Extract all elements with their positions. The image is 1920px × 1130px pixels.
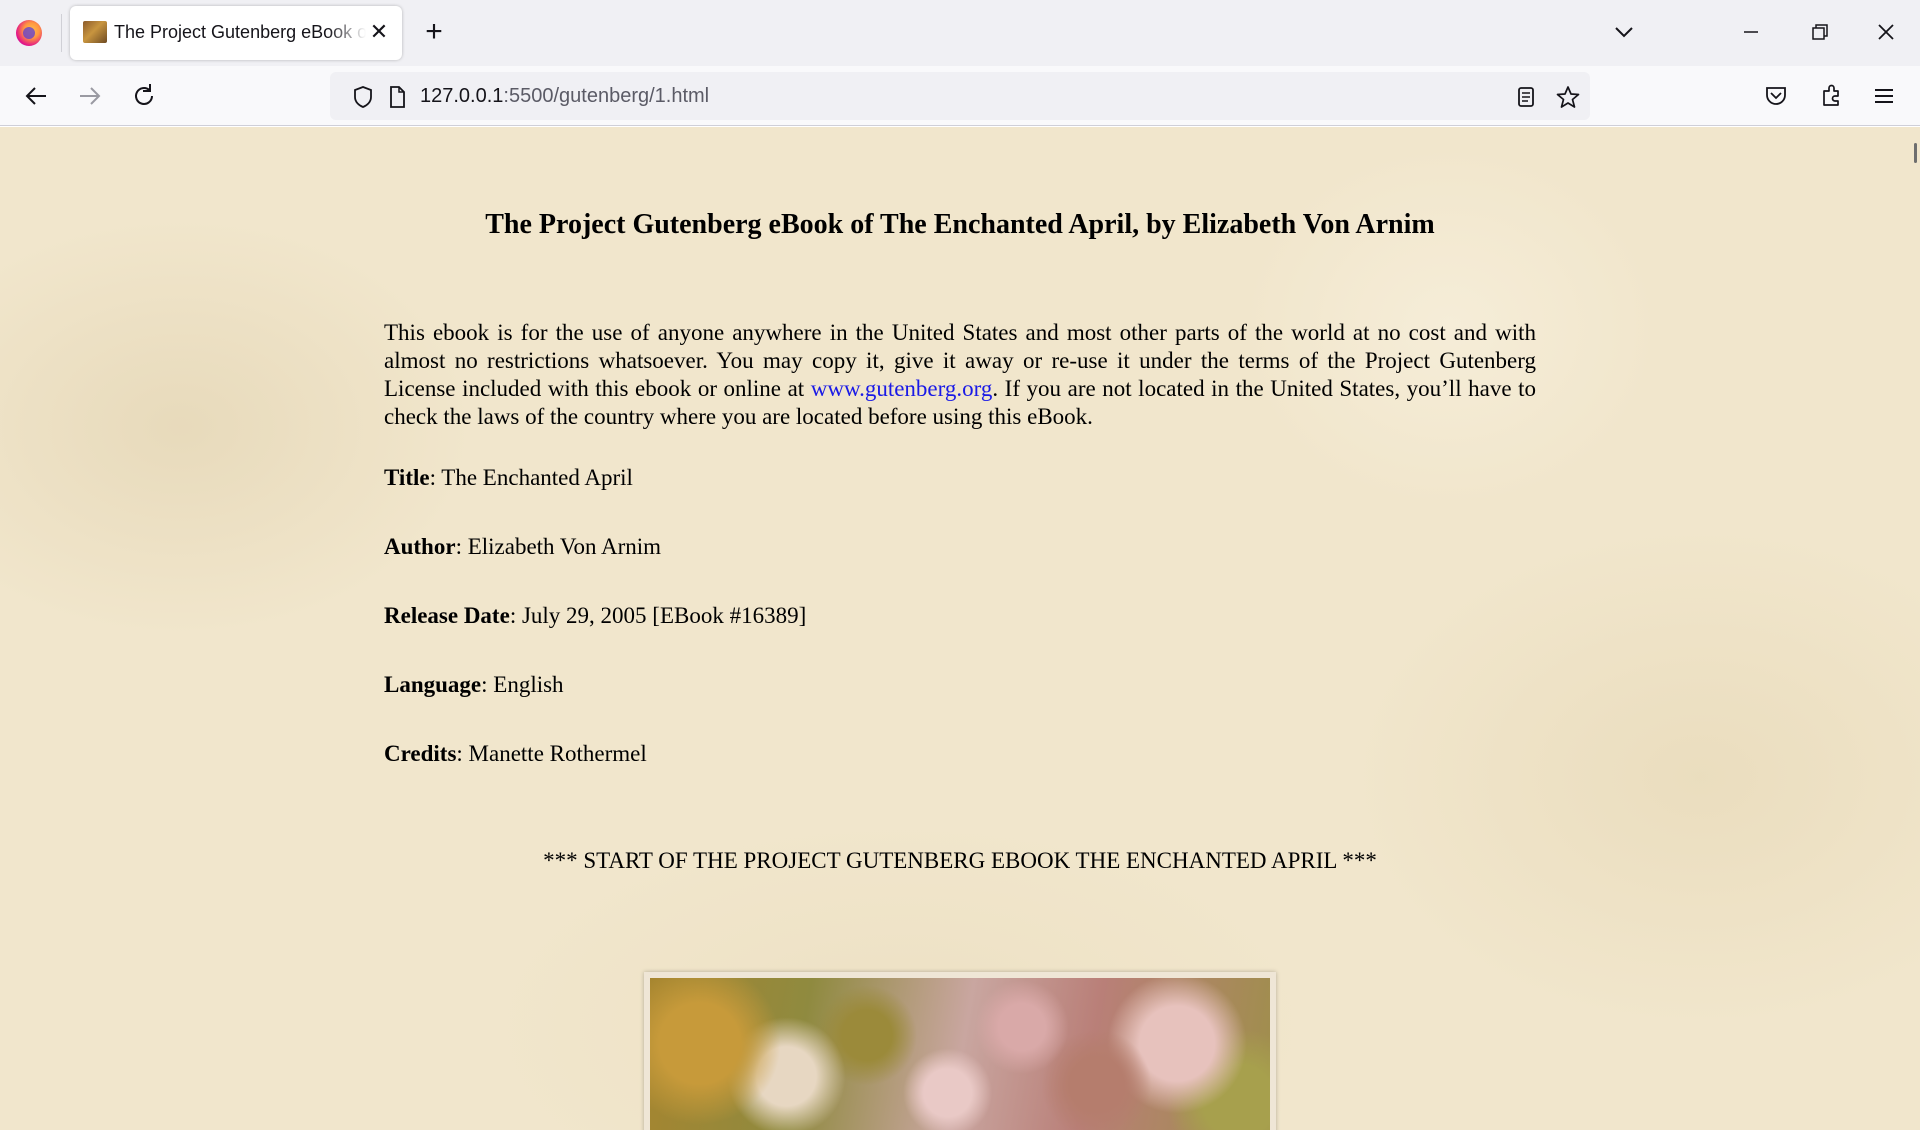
meta-value: : English [481, 672, 564, 697]
pocket-icon[interactable] [1760, 80, 1792, 112]
tab-bar: The Project Gutenberg eBook of The Encha… [0, 0, 1920, 66]
meta-title: Title: The Enchanted April [384, 464, 1536, 492]
page-title: The Project Gutenberg eBook of The Encha… [485, 209, 1435, 240]
plus-icon[interactable]: + [418, 17, 450, 49]
chevron-down-icon[interactable] [1608, 16, 1640, 48]
meta-label: Language [384, 672, 482, 697]
meta-value: : The Enchanted April [429, 465, 633, 490]
meta-label: Release Date [384, 603, 510, 628]
meta-value: : Manette Rothermel [456, 741, 647, 766]
meta-credits: Credits: Manette Rothermel [384, 740, 1536, 768]
shield-icon[interactable] [350, 84, 376, 110]
extensions-icon[interactable] [1815, 80, 1847, 112]
meta-value: : Elizabeth Von Arnim [455, 534, 662, 559]
reload-icon[interactable] [128, 80, 160, 112]
tab-title: The Project Gutenberg eBook of The Encha… [114, 22, 366, 42]
meta-release-date: Release Date: July 29, 2005 [EBook #1638… [384, 602, 1536, 630]
cover-image [644, 972, 1276, 1130]
star-icon[interactable] [1555, 84, 1581, 110]
url-text[interactable]: 127.0.0.1:5500/gutenberg/1.html [420, 85, 709, 108]
arrow-left-icon[interactable] [20, 80, 52, 112]
page-icon[interactable] [384, 84, 410, 110]
start-of-ebook-marker: *** START OF THE PROJECT GUTENBERG EBOOK… [543, 848, 1377, 873]
meta-language: Language: English [384, 671, 1536, 699]
intro-paragraph: This ebook is for the use of anyone anyw… [384, 319, 1536, 431]
reader-view-icon[interactable] [1513, 84, 1539, 110]
navigation-toolbar: 127.0.0.1:5500/gutenberg/1.html [0, 66, 1920, 126]
meta-value: : July 29, 2005 [EBook #16389] [509, 603, 807, 628]
meta-author: Author: Elizabeth Von Arnim [384, 533, 1536, 561]
restore-icon[interactable] [1803, 16, 1835, 48]
meta-label: Title [384, 465, 430, 490]
meta-label: Credits [384, 741, 457, 766]
url-path: :5500/gutenberg/1.html [503, 85, 710, 107]
close-window-icon[interactable] [1870, 16, 1902, 48]
meta-label: Author [384, 534, 456, 559]
menu-icon[interactable] [1868, 80, 1900, 112]
page-viewport: The Project Gutenberg eBook of The Encha… [0, 127, 1920, 1130]
url-bar[interactable]: 127.0.0.1:5500/gutenberg/1.html [330, 72, 1590, 120]
url-host: 127.0.0.1 [420, 85, 504, 107]
scrollbar-thumb[interactable] [1914, 143, 1917, 163]
arrow-right-icon[interactable] [74, 80, 106, 112]
gutenberg-link[interactable]: www.gutenberg.org [811, 376, 993, 401]
active-tab[interactable]: The Project Gutenberg eBook of The Encha… [70, 6, 402, 60]
firefox-logo-icon[interactable] [16, 20, 42, 46]
close-icon[interactable]: ✕ [366, 19, 392, 45]
tab-separator [61, 14, 62, 52]
book-cover-icon [83, 21, 107, 43]
minimize-icon[interactable] [1735, 16, 1767, 48]
